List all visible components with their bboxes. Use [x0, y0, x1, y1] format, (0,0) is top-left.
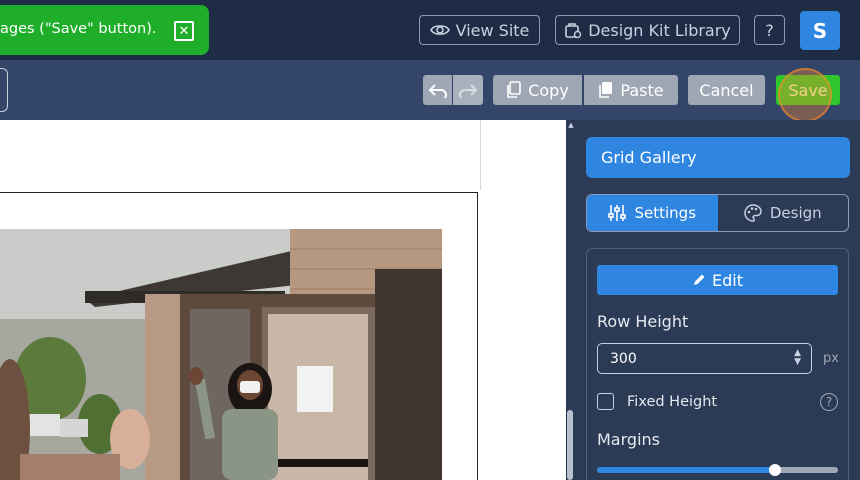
edit-label: Edit [712, 270, 743, 290]
help-button[interactable]: ? [754, 15, 785, 45]
design-kit-icon [565, 23, 582, 39]
copy-label: Copy [528, 80, 569, 100]
widget-title: Grid Gallery [586, 137, 850, 178]
scroll-up-icon[interactable]: ▲ [566, 121, 576, 129]
redo-button[interactable] [453, 75, 483, 105]
row-height-value: 300 [610, 350, 637, 367]
fixed-height-checkbox[interactable] [597, 393, 614, 410]
save-toast: ages ("Save" button). ✕ [0, 5, 209, 55]
paste-label: Paste [620, 80, 664, 100]
design-kit-label: Design Kit Library [588, 20, 731, 40]
gallery-photo-image [0, 229, 442, 480]
tab-settings-label: Settings [634, 204, 697, 222]
click-highlight [778, 68, 832, 122]
paste-icon [599, 82, 613, 98]
row-height-label: Row Height [597, 312, 689, 331]
fixed-height-label: Fixed Height [627, 394, 718, 410]
panel-tabs: Settings Design [586, 194, 849, 232]
tab-design[interactable]: Design [718, 195, 849, 231]
cancel-button[interactable]: Cancel [688, 75, 765, 105]
margins-slider-fill [597, 467, 776, 473]
pencil-icon [694, 274, 705, 285]
gallery-photo[interactable] [0, 229, 442, 480]
sliders-icon [608, 205, 627, 221]
avatar[interactable]: S [800, 11, 840, 50]
tab-design-label: Design [769, 204, 822, 222]
paste-button[interactable]: Paste [584, 75, 678, 105]
view-site-label: View Site [455, 20, 530, 40]
canvas-divider [480, 120, 481, 190]
stepper-arrows-icon[interactable]: ▲ ▼ [794, 349, 801, 367]
toast-close-icon[interactable]: ✕ [174, 21, 194, 41]
view-site-button[interactable]: View Site [419, 15, 540, 45]
undo-button[interactable] [423, 75, 452, 105]
margins-label: Margins [597, 430, 660, 449]
undo-icon [428, 84, 447, 98]
eye-icon [429, 25, 450, 35]
palette-icon [744, 204, 762, 222]
copy-button[interactable]: Copy [493, 75, 582, 105]
cancel-label: Cancel [699, 80, 754, 100]
fixed-height-help-icon[interactable]: ? [820, 393, 838, 411]
redo-icon [459, 84, 478, 98]
row-height-unit: px [823, 351, 839, 366]
row-height-input[interactable]: 300 ▲ ▼ [597, 343, 812, 374]
scrollbar-thumb[interactable] [567, 410, 573, 480]
help-icon: ? [765, 20, 774, 40]
copy-icon [507, 81, 522, 98]
toolbar-left-control[interactable] [0, 68, 8, 112]
toast-message: ages ("Save" button). [0, 21, 157, 37]
edit-button[interactable]: Edit [597, 265, 838, 295]
tab-settings[interactable]: Settings [587, 195, 718, 231]
design-kit-library-button[interactable]: Design Kit Library [555, 15, 740, 45]
widget-title-label: Grid Gallery [601, 148, 697, 167]
